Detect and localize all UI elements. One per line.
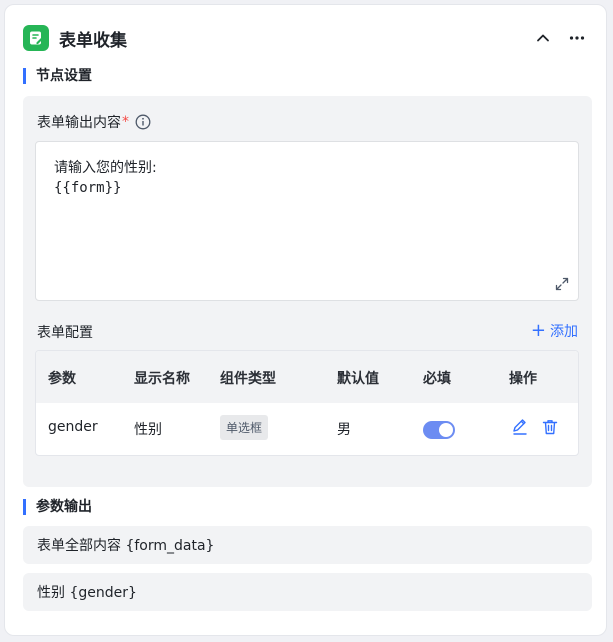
- required-asterisk: *: [122, 114, 129, 130]
- column-header-param: 参数: [48, 371, 76, 387]
- row-param: gender: [48, 419, 98, 435]
- output-content-label-text: 表单输出内容: [37, 115, 121, 131]
- required-toggle[interactable]: [423, 421, 455, 439]
- section-title-node-settings: 节点设置: [23, 68, 92, 84]
- info-icon[interactable]: [135, 114, 151, 130]
- edit-pencil-icon[interactable]: [511, 418, 529, 436]
- output-content-textarea[interactable]: 请输入您的性别: {{form}}: [35, 141, 579, 301]
- add-field-button[interactable]: + 添加: [531, 321, 578, 341]
- column-header-default-value: 默认值: [337, 371, 379, 387]
- toggle-knob: [439, 423, 453, 437]
- textarea-line-variable: {{form}}: [54, 180, 122, 196]
- node-settings-panel: 表单输出内容 * 请输入您的性别: {{form}} 表单配置 + 添加 参数 显…: [23, 96, 592, 487]
- textarea-line-prompt: 请输入您的性别:: [54, 160, 157, 176]
- form-collect-node-card: 表单收集 节点设置 表单输出内容 * 请输入您的性别: {{form}} 表单配置: [4, 4, 607, 636]
- form-config-table: 参数 显示名称 组件类型 默认值 必填 操作 gender 性别 单选框 男: [35, 350, 579, 456]
- node-title: 表单收集: [59, 30, 127, 51]
- add-field-label: 添加: [550, 324, 578, 340]
- column-header-actions: 操作: [509, 371, 537, 387]
- column-header-display-name: 显示名称: [134, 371, 190, 387]
- row-default-value: 男: [337, 422, 351, 438]
- output-item-gender: 性别 {gender}: [23, 573, 592, 611]
- form-config-label: 表单配置: [37, 325, 93, 341]
- row-display-name: 性别: [134, 422, 162, 438]
- column-header-component-type: 组件类型: [220, 371, 276, 387]
- component-type-tag: 单选框: [220, 415, 269, 440]
- more-options-icon[interactable]: [566, 27, 588, 49]
- table-header: [36, 351, 578, 403]
- section-title-param-output: 参数输出: [23, 499, 92, 515]
- form-app-icon: [23, 25, 49, 51]
- column-header-required: 必填: [423, 371, 451, 387]
- expand-icon[interactable]: [554, 276, 570, 292]
- plus-icon: +: [530, 320, 546, 341]
- collapse-chevron-up-icon[interactable]: [532, 27, 554, 49]
- node-header: 表单收集: [23, 23, 588, 53]
- output-content-label: 表单输出内容 *: [37, 112, 151, 132]
- delete-trash-icon[interactable]: [541, 418, 559, 436]
- output-item-form-data: 表单全部内容 {form_data}: [23, 526, 592, 564]
